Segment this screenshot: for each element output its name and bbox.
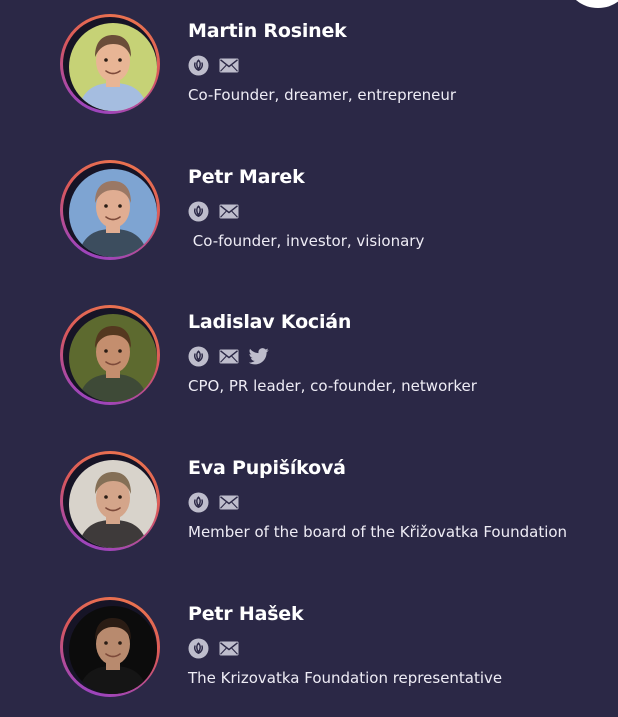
team-member-card: Petr Marek Co-founder, investor, visiona…	[60, 160, 600, 260]
social-links	[188, 491, 239, 513]
social-links	[188, 54, 239, 76]
member-name: Eva Pupišíková	[188, 457, 346, 479]
email-icon[interactable]	[218, 55, 239, 76]
team-member-card: Ladislav Kocián CPO, PR leader, co-found…	[60, 305, 600, 405]
linkedin-icon[interactable]	[188, 492, 209, 513]
linkedin-icon[interactable]	[188, 55, 209, 76]
member-name: Petr Hašek	[188, 603, 304, 625]
email-icon[interactable]	[218, 638, 239, 659]
social-links	[188, 637, 239, 659]
member-name: Petr Marek	[188, 166, 305, 188]
member-role: CPO, PR leader, co-founder, networker	[188, 377, 477, 395]
avatar	[60, 597, 160, 697]
member-role: The Krizovatka Foundation representative	[188, 669, 503, 687]
member-role: Member of the board of the Křižovatka Fo…	[188, 523, 568, 541]
team-member-card: Eva Pupišíková Member of the board of th…	[60, 451, 600, 551]
linkedin-icon[interactable]	[188, 201, 209, 222]
social-links	[188, 345, 269, 367]
linkedin-icon[interactable]	[188, 638, 209, 659]
member-photo	[69, 169, 157, 257]
member-role: Co-founder, investor, visionary	[188, 232, 425, 250]
team-list: Martin Rosinek Co-Founder, dreamer, entr…	[0, 0, 618, 717]
team-page: Martin Rosinek Co-Founder, dreamer, entr…	[0, 0, 618, 717]
member-role: Co-Founder, dreamer, entrepreneur	[188, 86, 457, 104]
avatar	[60, 160, 160, 260]
email-icon[interactable]	[218, 201, 239, 222]
member-photo	[69, 460, 157, 548]
member-photo	[69, 23, 157, 111]
member-photo	[69, 314, 157, 402]
email-icon[interactable]	[218, 346, 239, 367]
avatar	[60, 451, 160, 551]
email-icon[interactable]	[218, 492, 239, 513]
social-links	[188, 200, 239, 222]
twitter-icon[interactable]	[248, 346, 269, 367]
member-photo	[69, 606, 157, 694]
avatar	[60, 14, 160, 114]
team-member-card: Petr Hašek The Krizovatka Foundation rep…	[60, 597, 600, 697]
member-name: Martin Rosinek	[188, 20, 347, 42]
member-name: Ladislav Kocián	[188, 311, 352, 333]
team-member-card: Martin Rosinek Co-Founder, dreamer, entr…	[60, 14, 600, 114]
linkedin-icon[interactable]	[188, 346, 209, 367]
avatar	[60, 305, 160, 405]
